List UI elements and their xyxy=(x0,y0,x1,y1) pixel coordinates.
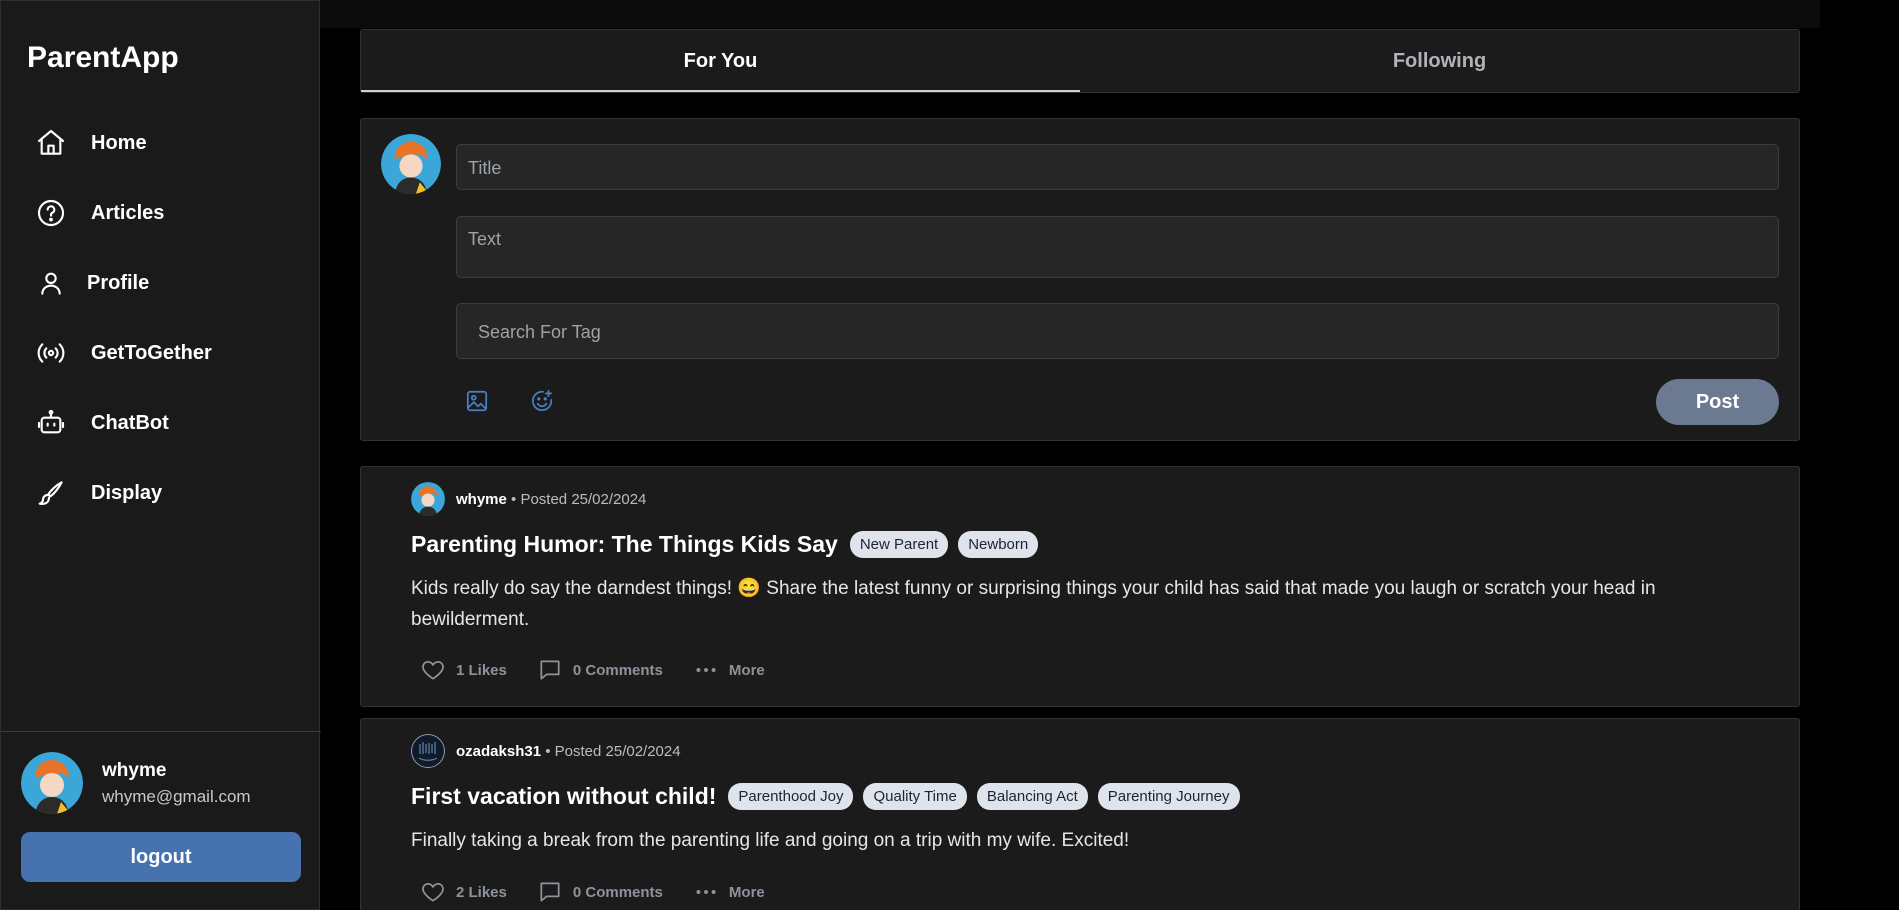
sidebar-item-label: GetToGether xyxy=(91,341,212,364)
comment-button[interactable]: 0 Comments xyxy=(537,657,663,683)
sidebar-item-home[interactable]: Home xyxy=(35,121,295,165)
sidebar-item-label: Profile xyxy=(87,271,150,294)
sidebar-item-gettogether[interactable]: GetToGether xyxy=(35,331,295,375)
app-logo-text[interactable]: ParentApp xyxy=(27,41,179,75)
user-icon xyxy=(41,272,61,295)
add-image-button[interactable] xyxy=(464,388,494,418)
more-dots-icon xyxy=(696,668,716,672)
sidebar-item-label: Home xyxy=(91,131,147,154)
post-meta: whyme • Posted 25/02/2024 xyxy=(456,491,646,508)
post-meta: ozadaksh31 • Posted 25/02/2024 xyxy=(456,743,681,760)
post-author[interactable]: ozadaksh31 xyxy=(456,743,541,760)
post-date: • Posted 25/02/2024 xyxy=(511,491,647,508)
more-label: More xyxy=(728,883,765,901)
post-button[interactable]: Post xyxy=(1656,379,1779,425)
image-icon xyxy=(466,390,488,412)
post-actions: 1 Likes 0 Comments More xyxy=(420,657,795,683)
user-name: whyme xyxy=(102,760,167,781)
home-icon xyxy=(37,129,65,155)
text-input[interactable]: Text xyxy=(456,216,1779,278)
like-button[interactable]: 2 Likes xyxy=(420,879,507,905)
comment-button[interactable]: 0 Comments xyxy=(537,879,663,905)
logout-button[interactable]: logout xyxy=(21,832,301,882)
comment-icon xyxy=(540,882,560,902)
tag-chip[interactable]: Parenting Journey xyxy=(1097,783,1240,810)
avatar[interactable] xyxy=(21,752,83,814)
more-button[interactable]: More xyxy=(693,657,765,683)
more-label: More xyxy=(728,661,765,679)
post-body: Finally taking a break from the parentin… xyxy=(411,830,1130,851)
brush-icon xyxy=(38,481,63,505)
avatar[interactable] xyxy=(411,734,445,768)
like-button[interactable]: 1 Likes xyxy=(420,657,507,683)
like-count: 2 Likes xyxy=(456,883,507,901)
post-body: Kids really do say the darndest things! … xyxy=(411,578,1656,630)
user-email: whyme@gmail.com xyxy=(102,787,251,806)
tag-chip[interactable]: Balancing Act xyxy=(976,783,1088,810)
tag-chip[interactable]: New Parent xyxy=(849,531,949,558)
emoji-add-icon xyxy=(531,389,553,412)
comment-count: 0 Comments xyxy=(572,661,663,679)
tag-chip[interactable]: Newborn xyxy=(958,531,1039,558)
feed-tabs: For You Following xyxy=(360,29,1800,93)
robot-icon xyxy=(37,409,65,434)
post-title-row: First vacation without child! Parenthood… xyxy=(411,783,1248,810)
post-author[interactable]: whyme xyxy=(456,491,507,508)
more-button[interactable]: More xyxy=(693,879,765,905)
top-strip xyxy=(320,0,1820,28)
comment-icon xyxy=(540,660,560,680)
sidebar-item-label: Articles xyxy=(91,201,165,224)
post-title[interactable]: First vacation without child! xyxy=(411,783,716,810)
heart-icon xyxy=(422,661,444,680)
avatar[interactable] xyxy=(411,482,445,516)
sidebar-user-panel: whyme whyme@gmail.com logout xyxy=(1,731,321,910)
avatar xyxy=(381,134,441,194)
heart-icon xyxy=(422,883,444,902)
sidebar-item-label: ChatBot xyxy=(91,411,169,434)
sidebar: ParentApp Home Articles Profile GetToGet… xyxy=(0,0,321,910)
sidebar-item-articles[interactable]: Articles xyxy=(35,191,295,235)
sidebar-item-label: Display xyxy=(91,481,163,504)
like-count: 1 Likes xyxy=(456,661,507,679)
tag-search-input[interactable]: Search For Tag xyxy=(456,303,1779,359)
add-emoji-button[interactable] xyxy=(529,388,559,418)
post-card[interactable]: whyme • Posted 25/02/2024 Parenting Humo… xyxy=(360,466,1800,707)
post-actions: 2 Likes 0 Comments More xyxy=(420,879,795,905)
comment-count: 0 Comments xyxy=(572,883,663,901)
more-dots-icon xyxy=(696,890,716,894)
tab-for-you[interactable]: For You xyxy=(361,30,1080,92)
broadcast-icon xyxy=(37,343,65,363)
post-date: • Posted 25/02/2024 xyxy=(545,743,681,760)
post-title[interactable]: Parenting Humor: The Things Kids Say xyxy=(411,531,838,558)
sidebar-item-chatbot[interactable]: ChatBot xyxy=(35,401,295,445)
sidebar-item-display[interactable]: Display xyxy=(35,471,295,515)
help-circle-icon xyxy=(37,199,65,227)
post-composer: Title Text Search For Tag Post xyxy=(360,118,1800,441)
app-root: ParentApp Home Articles Profile GetToGet… xyxy=(0,0,1899,910)
sidebar-item-profile[interactable]: Profile xyxy=(35,261,295,305)
tab-following[interactable]: Following xyxy=(1080,30,1799,92)
title-input[interactable]: Title xyxy=(456,144,1779,190)
tag-chip[interactable]: Quality Time xyxy=(863,783,967,810)
tag-chip[interactable]: Parenthood Joy xyxy=(728,783,854,810)
post-card[interactable]: ozadaksh31 • Posted 25/02/2024 First vac… xyxy=(360,718,1800,910)
post-title-row: Parenting Humor: The Things Kids Say New… xyxy=(411,531,1046,558)
